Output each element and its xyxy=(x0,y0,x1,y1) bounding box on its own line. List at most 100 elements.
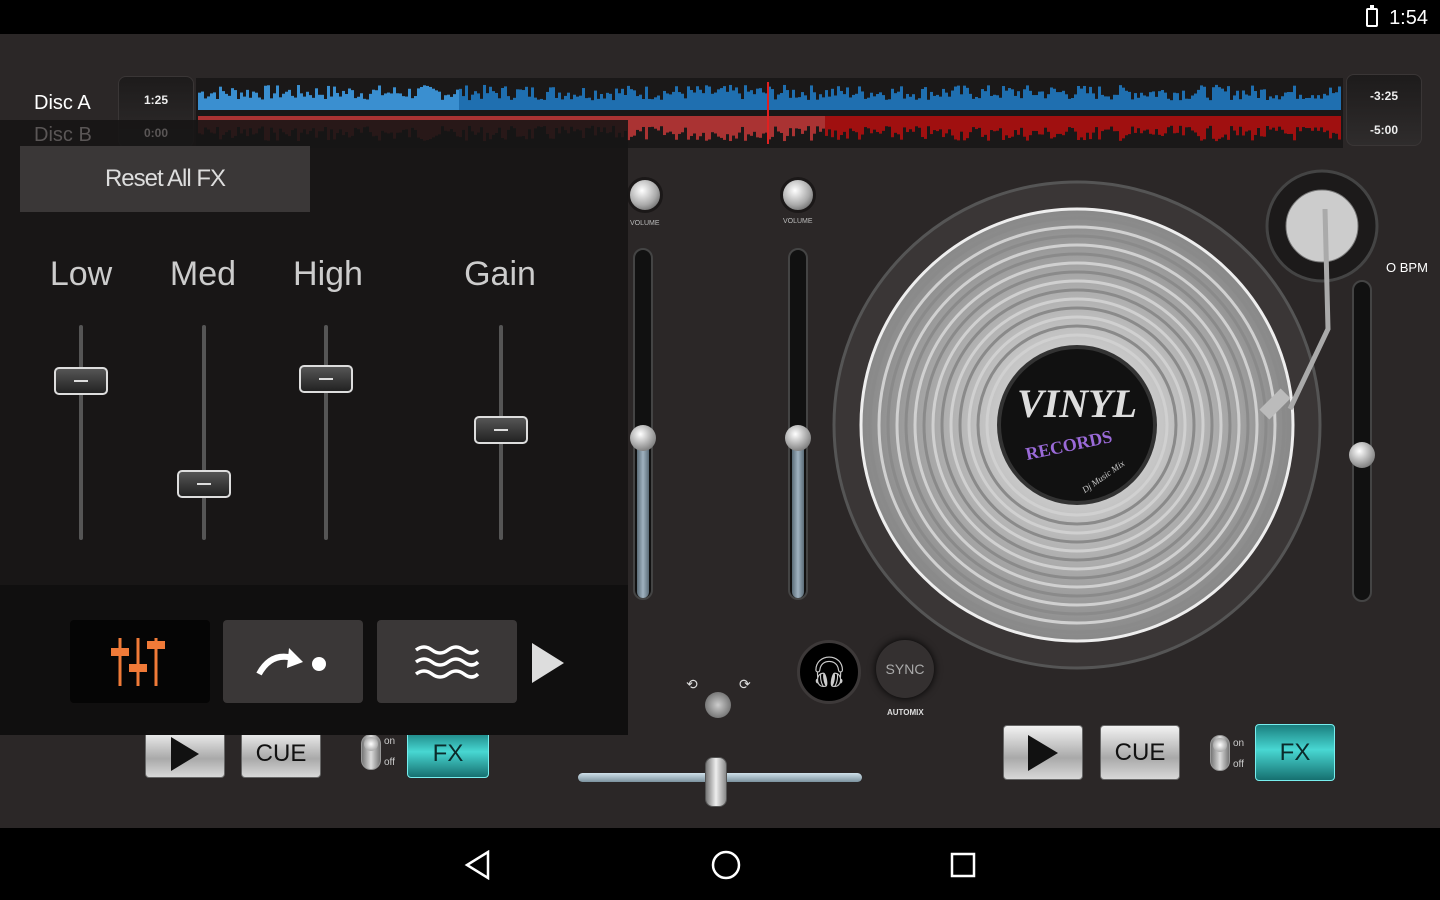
eq-slider-thumb[interactable] xyxy=(177,470,231,499)
deck-a-play-button[interactable] xyxy=(145,730,225,778)
home-icon[interactable] xyxy=(711,850,741,880)
waveform-bar xyxy=(948,96,951,110)
waveform-bar xyxy=(237,99,240,110)
waveform-bar xyxy=(1305,116,1308,129)
deck-a-volume-fader[interactable] xyxy=(630,248,656,600)
waveform-bar xyxy=(357,96,360,110)
waveform-bar xyxy=(489,86,492,110)
waveform-bar xyxy=(1023,116,1026,137)
waveform-bar xyxy=(1011,89,1014,110)
loop-right-icon[interactable]: ⟳ xyxy=(739,676,751,693)
waveform-bar xyxy=(804,95,807,110)
waveform-bar xyxy=(270,98,273,110)
tab-redo[interactable] xyxy=(223,620,363,703)
waveform-bar xyxy=(888,99,891,110)
waveform-bar xyxy=(546,91,549,110)
deck-b-cue-button[interactable]: CUE xyxy=(1100,725,1180,780)
automix-label[interactable]: AUTOMIX xyxy=(887,708,924,717)
eq-high-slider[interactable] xyxy=(324,325,328,540)
waveform-bar xyxy=(786,90,789,110)
reset-all-fx-button[interactable]: Reset All FX xyxy=(20,146,310,212)
waveform-bar xyxy=(1020,98,1023,110)
eq-med-slider[interactable] xyxy=(202,325,206,540)
pitch-slider[interactable] xyxy=(1349,280,1375,602)
waveform-bar xyxy=(879,116,882,134)
deck-b-fx-toggle[interactable] xyxy=(1210,735,1230,771)
waveform-bar xyxy=(696,116,699,140)
waveform-bar xyxy=(288,89,291,110)
waveform-bar xyxy=(1314,98,1317,110)
waveform-bar xyxy=(504,86,507,110)
waveform-bar xyxy=(1251,85,1254,110)
waveform-bar xyxy=(1110,116,1113,127)
waveform-bar xyxy=(1104,96,1107,110)
waveform-bar xyxy=(222,91,225,110)
waveform-bar xyxy=(933,116,936,131)
waveform-bar xyxy=(1029,90,1032,110)
tab-waves[interactable] xyxy=(377,620,517,703)
waveform-bar xyxy=(669,116,672,132)
waveform-bar xyxy=(480,98,483,110)
waveform-bar xyxy=(810,85,813,110)
waveform-bar xyxy=(783,84,786,110)
waveform-bar xyxy=(1122,116,1125,139)
waveform-bar xyxy=(834,95,837,110)
waveform-bar xyxy=(723,86,726,110)
deck-b-fx-button[interactable]: FX xyxy=(1255,724,1335,781)
waveform-bar xyxy=(1029,116,1032,136)
waveform-bar xyxy=(1149,116,1152,134)
eq-slider-thumb[interactable] xyxy=(299,364,353,393)
waveform-bar xyxy=(747,91,750,110)
waveform-bar xyxy=(1188,116,1191,128)
eq-low-slider[interactable] xyxy=(79,325,83,540)
deck-a-volume-knob[interactable] xyxy=(627,177,663,213)
waveform-bar xyxy=(1317,116,1320,131)
deck-a-fx-button[interactable]: FX xyxy=(407,730,489,778)
status-time: 1:54 xyxy=(1389,7,1428,29)
deck-b-play-button[interactable] xyxy=(1003,725,1083,780)
waveform-bar xyxy=(1032,95,1035,110)
fader-thumb[interactable] xyxy=(630,425,656,451)
fx-tab-strip xyxy=(0,585,628,735)
waveform-bar xyxy=(657,116,660,131)
headphones-icon[interactable]: 🎧︎ xyxy=(797,640,861,704)
waveform-bar xyxy=(1254,116,1257,135)
eq-gain-label: Gain xyxy=(464,255,536,293)
play-arrow-icon[interactable] xyxy=(532,643,564,683)
waveform-bar xyxy=(921,116,924,138)
waveform-bar xyxy=(678,116,681,134)
disc-b-label[interactable]: Disc B xyxy=(34,124,92,147)
pitch-thumb[interactable] xyxy=(1349,442,1375,468)
waveform-bar xyxy=(1209,100,1212,110)
waveform-bar xyxy=(510,99,513,110)
deck-a-cue-button[interactable]: CUE xyxy=(241,730,321,778)
waveform-bar xyxy=(1071,98,1074,110)
eq-slider-thumb[interactable] xyxy=(474,416,528,445)
waveform-bar xyxy=(897,116,900,135)
disc-a-label[interactable]: Disc A xyxy=(34,92,91,115)
eq-slider-thumb[interactable] xyxy=(54,366,108,395)
waveform-bar xyxy=(207,96,210,110)
waveform-bar xyxy=(714,92,717,110)
fader-thumb[interactable] xyxy=(785,425,811,451)
sync-button[interactable]: SYNC xyxy=(876,640,934,698)
deck-b-volume-knob[interactable] xyxy=(780,177,816,213)
waveform-bar xyxy=(1065,94,1068,110)
loop-knob[interactable] xyxy=(705,692,731,718)
waveform-bar xyxy=(300,93,303,110)
crossfader[interactable] xyxy=(578,757,862,807)
deck-a-fx-toggle[interactable] xyxy=(361,734,381,770)
crossfader-thumb[interactable] xyxy=(705,757,727,807)
waveform-bar xyxy=(465,85,468,110)
loop-left-icon[interactable]: ⟲ xyxy=(686,676,698,693)
back-icon[interactable] xyxy=(464,850,492,880)
deck-b-volume-fader[interactable] xyxy=(785,248,811,600)
waveform-bar xyxy=(1053,88,1056,110)
waveform-bar xyxy=(552,87,555,110)
tab-equalizer[interactable] xyxy=(70,620,210,703)
deck-a-remaining: -3:25 xyxy=(1369,89,1398,103)
recents-icon[interactable] xyxy=(950,850,976,880)
waveform-bar xyxy=(351,90,354,110)
waveform-bar xyxy=(1059,92,1062,110)
waveform-bar xyxy=(1119,85,1122,110)
